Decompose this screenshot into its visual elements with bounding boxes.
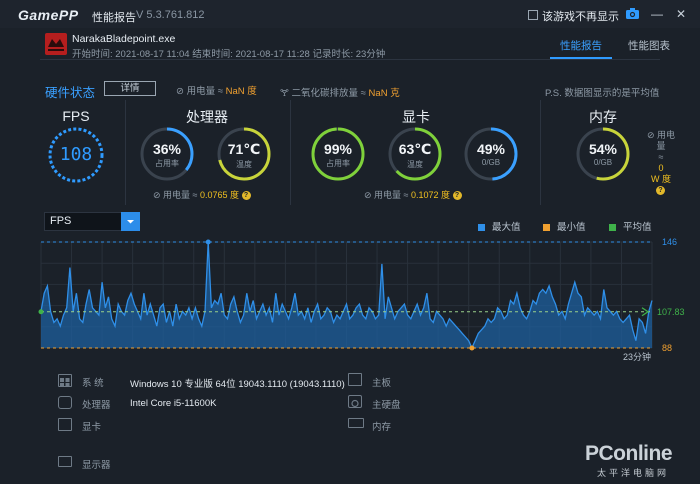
power-value: NaN 度 bbox=[225, 86, 257, 97]
os-label: 系 统 bbox=[82, 378, 104, 389]
power-icon: ⊘ bbox=[176, 86, 187, 97]
watermark-logo: PConline bbox=[585, 442, 673, 465]
cpu-power: ⊘ 用电量 ≈ 0.0765 度 ? bbox=[153, 188, 251, 201]
gpu-vram-gauge: 49% 0/GB bbox=[463, 141, 519, 167]
gpu-usage-value: 99% bbox=[323, 141, 353, 157]
min-label: 88 bbox=[662, 343, 672, 353]
camera-icon[interactable] bbox=[626, 8, 639, 19]
tab-performance-chart[interactable]: 性能图表 bbox=[628, 38, 670, 53]
avg-point bbox=[38, 309, 44, 315]
cpu-value: Intel Core i5-11600K bbox=[130, 398, 217, 409]
game-exe-name: NarakaBladepoint.exe bbox=[72, 33, 176, 45]
gpu-usage-gauge: 99% 占用率 bbox=[310, 141, 366, 169]
display-label: 显示器 bbox=[82, 460, 111, 471]
watermark-subtitle: 太平洋电脑网 bbox=[597, 468, 670, 478]
motherboard-label: 主板 bbox=[372, 378, 392, 389]
fps-panel-title: FPS bbox=[62, 108, 90, 124]
gpu-vram-label: 0/GB bbox=[481, 158, 501, 167]
gpu-power: ⊘ 用电量 ≈ 0.1072 度 ? bbox=[364, 188, 462, 201]
total-power: ⊘ 用电量 ≈ NaN 度 bbox=[176, 86, 257, 97]
hide-game-checkbox[interactable] bbox=[528, 10, 538, 20]
section-divider bbox=[540, 100, 541, 205]
min-point bbox=[469, 345, 475, 351]
gpu-temp-label: 温度 bbox=[407, 160, 423, 169]
disk-label: 主硬盘 bbox=[372, 400, 401, 411]
average-note: P.S. 数据图显示的是平均值 bbox=[545, 88, 660, 99]
chevron-down-icon bbox=[127, 220, 134, 224]
memory-usage-label: 0/GB bbox=[593, 158, 613, 167]
cpu-icon bbox=[58, 396, 72, 409]
x-end-label: 23分钟 bbox=[623, 351, 651, 362]
legend-min: 最小值 bbox=[543, 219, 586, 233]
session-times: 开始时间: 2021-08-17 11:04 结束时间: 2021-08-17 … bbox=[72, 49, 386, 60]
fps-average-value: 108 bbox=[59, 144, 93, 165]
max-label: 146 bbox=[662, 237, 677, 247]
minimize-button[interactable]: — bbox=[650, 8, 664, 20]
memory-icon bbox=[348, 418, 364, 428]
section-divider bbox=[125, 100, 126, 205]
cpu-usage-gauge: 36% 占用率 bbox=[139, 141, 195, 169]
gpu-vram-value: 49% bbox=[476, 141, 506, 157]
cpu-temp-label: 温度 bbox=[236, 160, 252, 169]
memory-usage-value: 54% bbox=[588, 141, 618, 157]
details-button[interactable]: 详情 bbox=[104, 81, 156, 96]
close-button[interactable]: ✕ bbox=[674, 8, 688, 20]
power-icon: ⊘ bbox=[153, 190, 164, 200]
gpu-title: 显卡 bbox=[402, 109, 430, 125]
disk-icon bbox=[348, 395, 362, 408]
cpu-usage-label: 占用率 bbox=[155, 159, 179, 168]
monitor-icon bbox=[58, 456, 72, 467]
section-divider bbox=[290, 100, 291, 205]
cpu-temp-gauge: 71℃ 温度 bbox=[216, 141, 272, 170]
hide-game-checkbox-label: 该游戏不再显示 bbox=[542, 11, 619, 23]
version-label: V 5.3.761.812 bbox=[136, 9, 205, 21]
app-logo: GamePP bbox=[18, 7, 79, 23]
gpu-temp-gauge: 63℃ 温度 bbox=[387, 141, 443, 170]
memory-power: ⊘ 用电 量 ≈ 0 W 度 bbox=[646, 130, 676, 184]
os-value: Windows 10 专业版 64位 19043.1110 (19043.111… bbox=[130, 379, 345, 390]
game-icon bbox=[45, 33, 67, 55]
avg-label: 107.83 bbox=[657, 307, 685, 317]
motherboard-icon bbox=[348, 373, 362, 386]
power-icon: ⊘ bbox=[364, 190, 375, 200]
window-title: 性能报告 bbox=[92, 12, 136, 24]
metric-select-value: FPS bbox=[50, 215, 72, 227]
co2-value: NaN 克 bbox=[368, 88, 400, 99]
memory-title: 内存 bbox=[589, 109, 617, 125]
memory-usage-gauge: 54% 0/GB bbox=[575, 141, 631, 167]
gpu-icon bbox=[58, 418, 72, 431]
help-icon[interactable]: ? bbox=[452, 191, 462, 201]
memory-label: 内存 bbox=[372, 422, 392, 433]
cpu-usage-value: 36% bbox=[152, 141, 182, 157]
fps-chart: 146 107.83 88 23分钟 bbox=[38, 237, 685, 362]
windows-icon bbox=[58, 374, 72, 387]
help-icon[interactable]: ? bbox=[241, 191, 251, 201]
hardware-status-title: 硬件状态 bbox=[45, 86, 96, 100]
gpu-temp-value: 63℃ bbox=[398, 141, 432, 157]
metric-select-toggle[interactable] bbox=[121, 212, 140, 231]
co2-icon: 🝖 bbox=[280, 88, 292, 99]
legend-max: 最大值 bbox=[478, 219, 521, 233]
legend-avg: 平均值 bbox=[609, 219, 652, 233]
help-icon[interactable]: ? bbox=[656, 186, 665, 195]
co2-emission: 🝖 二氧化碳排放量 ≈ NaN 克 bbox=[280, 88, 400, 99]
cpu-temp-value: 71℃ bbox=[227, 141, 261, 157]
cpu-title: 处理器 bbox=[186, 109, 228, 125]
max-point bbox=[205, 239, 211, 245]
cpu-label: 处理器 bbox=[82, 400, 111, 411]
gpu-label: 显卡 bbox=[82, 422, 102, 433]
gpu-usage-label: 占用率 bbox=[326, 159, 350, 168]
header-divider bbox=[40, 59, 660, 60]
tab-performance-report[interactable]: 性能报告 bbox=[560, 38, 602, 53]
